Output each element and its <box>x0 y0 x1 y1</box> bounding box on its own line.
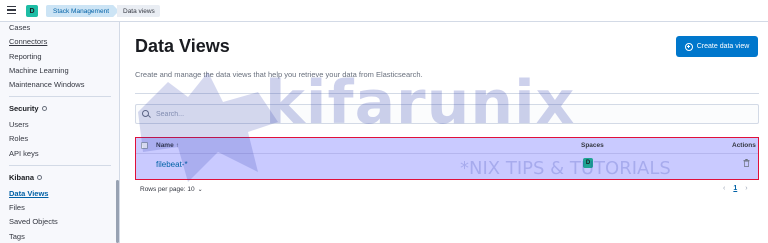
create-data-view-label: Create data view <box>696 43 750 50</box>
sidebar-item-api-keys[interactable]: API keys <box>9 149 39 158</box>
sidebar-scrollbar[interactable] <box>116 180 119 243</box>
create-data-view-button[interactable]: Create data view <box>676 36 758 57</box>
column-header-spaces: Spaces <box>581 142 604 149</box>
breadcrumb-data-views: Data views <box>117 5 160 17</box>
sidebar-item-files[interactable]: Files <box>9 203 25 212</box>
sidebar-item-tags[interactable]: Tags <box>9 232 25 241</box>
sidebar-item-data-views[interactable]: Data Views <box>9 189 48 198</box>
sidebar-item-connectors[interactable]: Connectors <box>9 37 47 46</box>
plus-circle-icon <box>684 42 693 51</box>
info-icon <box>37 175 43 180</box>
sidebar-heading-security-label: Security <box>9 104 39 113</box>
sidebar-heading-kibana: Kibana <box>9 173 43 182</box>
sidebar-item-users[interactable]: Users <box>9 120 29 129</box>
menu-icon[interactable] <box>7 6 16 14</box>
sidebar-item-cases[interactable]: Cases <box>9 23 30 32</box>
sidebar-item-maintenance-windows[interactable]: Maintenance Windows <box>9 80 84 89</box>
sidebar-nav: Cases Connectors Reporting Machine Learn… <box>0 22 120 243</box>
watermark-tagline: *NIX TIPS & TUTORIALS <box>460 158 671 179</box>
watermark-brand: kifarunix <box>265 68 576 138</box>
column-header-actions: Actions <box>732 142 756 149</box>
sidebar-item-reporting[interactable]: Reporting <box>9 52 42 61</box>
sidebar-item-machine-learning[interactable]: Machine Learning <box>9 66 69 75</box>
previous-page-button[interactable]: ‹ <box>723 185 725 192</box>
sidebar-heading-kibana-label: Kibana <box>9 173 35 182</box>
pagination: ‹ 1 › <box>723 185 748 192</box>
sidebar-divider <box>9 96 111 97</box>
sidebar-heading-security: Security <box>9 104 47 113</box>
page-1-button[interactable]: 1 <box>733 185 737 192</box>
space-avatar[interactable]: D <box>26 5 38 17</box>
next-page-button[interactable]: › <box>745 185 747 192</box>
watermark-logo <box>138 72 278 182</box>
top-header-bar: D Stack Management Data views <box>0 0 768 22</box>
sidebar-item-saved-objects[interactable]: Saved Objects <box>9 217 58 226</box>
sidebar-item-roles[interactable]: Roles <box>9 134 28 143</box>
info-icon <box>41 106 47 111</box>
trash-icon[interactable] <box>743 159 750 167</box>
sidebar-divider <box>9 165 111 166</box>
breadcrumb-stack-management[interactable]: Stack Management <box>46 5 119 17</box>
